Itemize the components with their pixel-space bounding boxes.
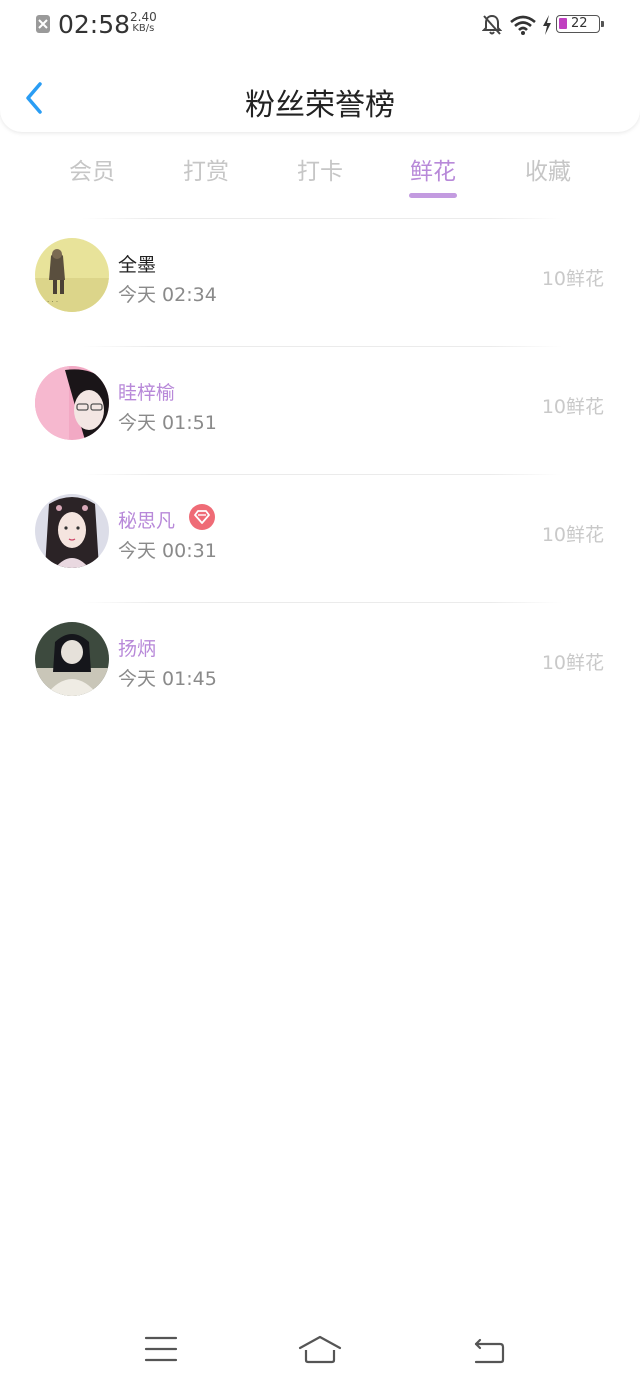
avatar bbox=[35, 366, 109, 440]
user-name: 扬炳 bbox=[118, 638, 157, 660]
battery-percent: 22 bbox=[571, 16, 588, 31]
tab-flowers[interactable]: 鲜花 bbox=[383, 152, 483, 186]
tab-rewards[interactable]: 打赏 bbox=[156, 152, 256, 186]
list-item[interactable]: 秘思凡 今天 00:31 10鲜花 bbox=[0, 474, 640, 602]
active-tab-indicator bbox=[409, 193, 457, 198]
close-notification-icon bbox=[36, 15, 50, 33]
status-time: 02:58 bbox=[58, 10, 131, 39]
battery-icon: 22 bbox=[556, 15, 604, 33]
flower-count: 10鲜花 bbox=[541, 652, 604, 674]
timestamp: 今天 01:51 bbox=[118, 412, 217, 434]
user-name: 全墨 bbox=[118, 254, 157, 276]
list-item[interactable]: 扬炳 今天 01:45 10鲜花 bbox=[0, 602, 640, 730]
back-icon[interactable] bbox=[472, 1334, 506, 1366]
avatar bbox=[35, 622, 109, 696]
menu-icon[interactable] bbox=[144, 1334, 178, 1364]
network-speed-unit: KB/s bbox=[132, 23, 155, 34]
navigation-bar: 粉丝荣誉榜 bbox=[0, 62, 640, 132]
svg-text:· · ·: · · · bbox=[47, 298, 58, 306]
tab-favorites[interactable]: 收藏 bbox=[498, 152, 598, 186]
status-bar: 02:58 2.40 KB/s 22 bbox=[0, 0, 640, 50]
flower-count: 10鲜花 bbox=[541, 524, 604, 546]
charging-icon bbox=[543, 15, 551, 35]
bell-off-icon bbox=[482, 14, 502, 35]
timestamp: 今天 00:31 bbox=[118, 540, 217, 562]
timestamp: 今天 02:34 bbox=[118, 284, 217, 306]
battery-fill bbox=[559, 18, 567, 29]
home-icon[interactable] bbox=[298, 1334, 342, 1366]
header-card: 02:58 2.40 KB/s 22 粉丝荣誉榜 bbox=[0, 0, 640, 132]
list-item[interactable]: 眭梓榆 今天 01:51 10鲜花 bbox=[0, 346, 640, 474]
wifi-icon bbox=[510, 15, 536, 35]
user-name: 秘思凡 bbox=[118, 510, 176, 532]
tab-checkin[interactable]: 打卡 bbox=[270, 152, 370, 186]
user-name: 眭梓榆 bbox=[118, 382, 176, 404]
network-speed: 2.40 KB/s bbox=[130, 10, 157, 34]
flower-count: 10鲜花 bbox=[541, 268, 604, 290]
system-navigation-bar bbox=[0, 1320, 640, 1380]
diamond-vip-icon bbox=[189, 504, 215, 530]
avatar bbox=[35, 494, 109, 568]
network-speed-value: 2.40 bbox=[130, 10, 157, 24]
timestamp: 今天 01:45 bbox=[118, 668, 217, 690]
avatar: · · · bbox=[35, 238, 109, 312]
tab-bar: 会员 打赏 打卡 鲜花 收藏 bbox=[0, 140, 640, 202]
flower-count: 10鲜花 bbox=[541, 396, 604, 418]
page-title: 粉丝荣誉榜 bbox=[245, 88, 395, 123]
list-item[interactable]: · · · 全墨 今天 02:34 10鲜花 bbox=[0, 218, 640, 346]
tab-members[interactable]: 会员 bbox=[42, 152, 142, 186]
